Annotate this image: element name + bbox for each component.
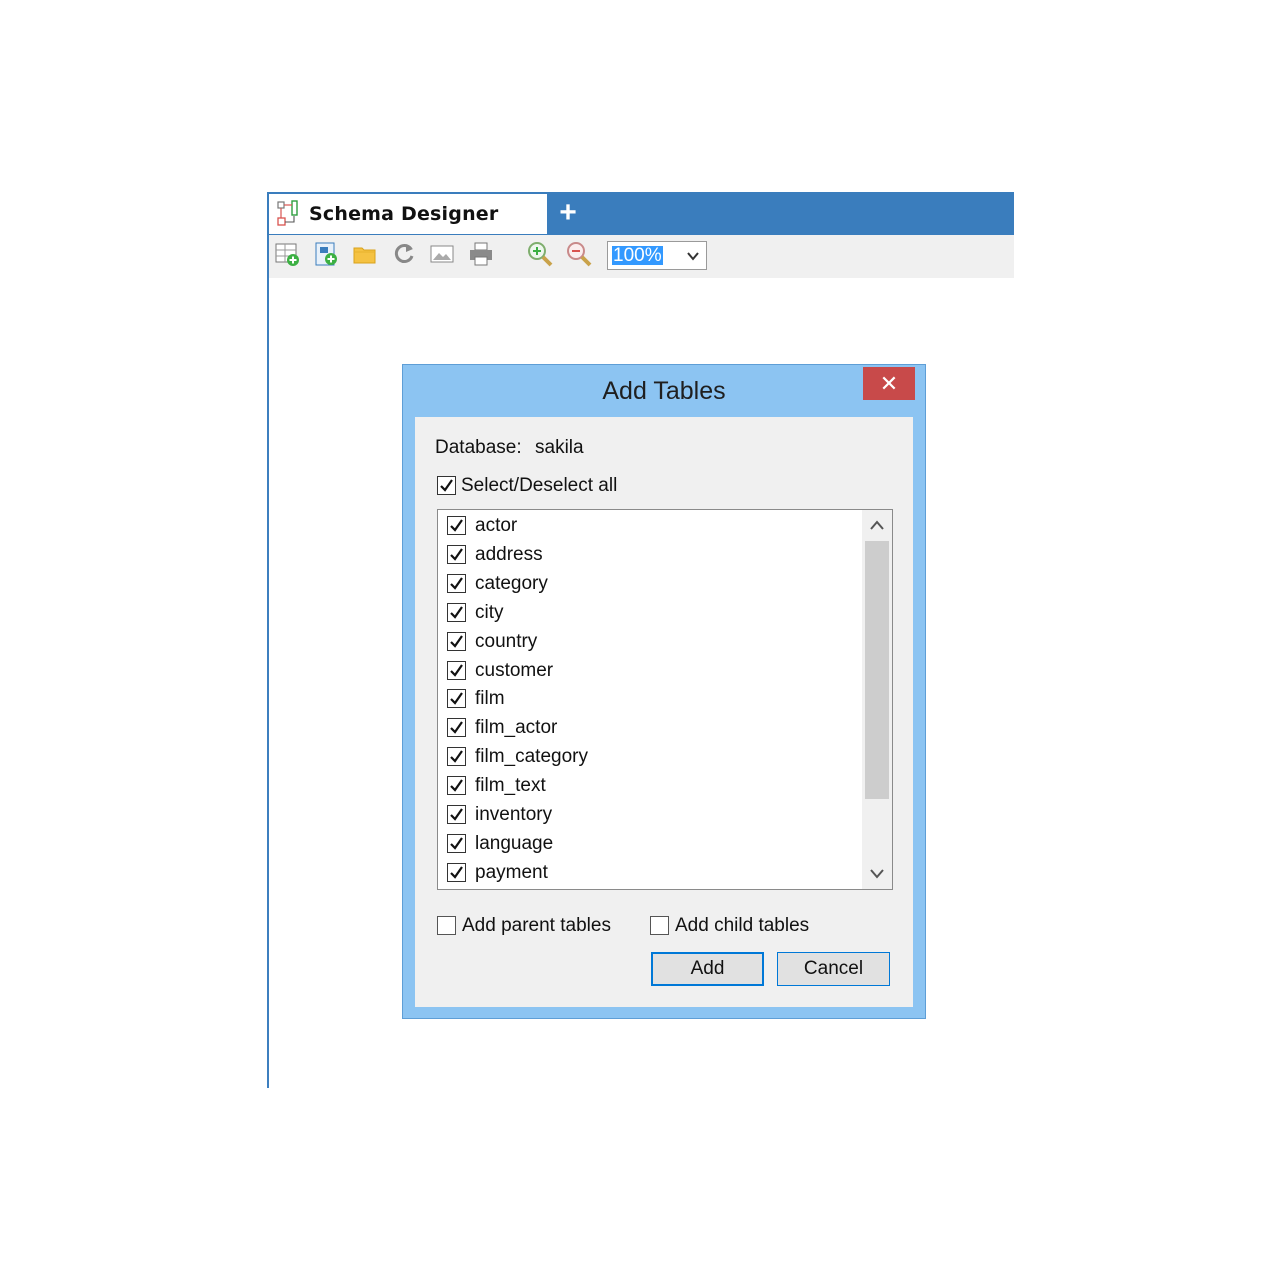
zoom-in-icon [526,240,554,273]
check-icon [450,548,463,561]
table-checkbox[interactable] [447,747,466,767]
zoom-out-icon [565,240,593,273]
table-list-item[interactable]: actor [438,512,858,541]
zoom-in-button[interactable] [525,241,555,271]
table-list-item[interactable]: film_category [438,743,858,772]
table-checkbox[interactable] [447,776,466,796]
table-checkbox[interactable] [447,805,466,824]
add-table-button[interactable] [272,241,302,271]
table-name: payment [475,861,548,883]
table-list-item[interactable]: film_actor [438,714,858,743]
table-list-item[interactable]: inventory [438,801,858,830]
check-icon [440,479,453,492]
check-icon [450,606,463,619]
check-icon [450,663,463,677]
table-list-item[interactable]: payment [438,859,858,888]
table-list-item[interactable]: category [438,570,858,599]
print-icon [467,240,495,273]
scroll-down-button[interactable] [862,859,892,889]
table-list-item[interactable]: language [438,830,858,859]
table-checkbox[interactable] [447,544,466,564]
table-name: city [475,601,504,623]
tab-schema-designer[interactable]: Schema Designer [269,194,547,234]
table-list-item[interactable]: customer [438,657,858,686]
table-checkbox[interactable] [447,718,466,738]
table-name: film_actor [475,717,558,739]
vertical-scrollbar[interactable] [862,510,892,889]
database-label: Database: [435,437,522,458]
table-list-item[interactable]: city [438,599,858,628]
schema-designer-icon [275,199,305,229]
dialog-body: Database: sakila Select/Deselect all act… [415,417,913,1007]
check-icon [450,577,463,590]
table-name: address [475,543,543,565]
table-name: film_category [475,746,588,768]
table-list[interactable]: actor address category city country customer f… [437,509,893,890]
table-list-item[interactable]: country [438,628,858,657]
table-name: film [475,688,505,710]
add-child-tables-label[interactable]: Add child tables [675,915,809,937]
new-diagram-button[interactable] [311,241,341,271]
print-button[interactable] [466,241,496,271]
table-checkbox[interactable] [447,833,466,853]
table-name: film_text [475,775,546,797]
add-table-icon [273,240,301,273]
table-checkbox[interactable] [447,602,466,622]
zoom-out-button[interactable] [564,241,594,271]
table-checkbox[interactable] [447,660,466,680]
check-icon [450,837,463,850]
check-icon [450,866,463,879]
zoom-select[interactable]: 100% [607,241,707,270]
table-checkbox[interactable] [447,862,466,882]
chevron-up-icon [870,520,884,530]
table-name: customer [475,659,554,681]
add-child-tables-checkbox[interactable] [650,916,669,935]
tab-title: Schema Designer [309,203,499,225]
new-diagram-icon [312,240,340,273]
table-name: country [475,630,538,652]
table-list-item[interactable]: film [438,685,858,714]
scroll-thumb[interactable] [865,541,889,799]
check-icon [450,692,463,706]
add-button[interactable]: Add [651,952,764,986]
toolbar: 100% [269,235,1014,278]
table-list-item[interactable]: film_text [438,772,858,801]
check-icon [450,779,463,792]
check-icon [450,634,463,648]
table-checkbox[interactable] [447,689,466,709]
table-checkbox[interactable] [447,573,466,593]
check-icon [450,750,463,763]
chevron-down-icon [870,869,884,879]
refresh-button[interactable] [389,241,419,271]
dialog-title: Add Tables [602,377,726,405]
select-all-label[interactable]: Select/Deselect all [461,475,617,497]
table-name: inventory [475,804,553,825]
check-icon [450,519,463,532]
open-button[interactable] [350,241,380,271]
add-tables-dialog: Add Tables ✕ Database: sakila Select/Des… [402,364,926,1019]
export-image-button[interactable] [427,241,457,271]
cancel-button[interactable]: Cancel [777,952,890,986]
table-checkbox[interactable] [447,516,466,535]
table-list-item[interactable]: address [438,541,858,570]
check-icon [450,808,463,821]
database-value: sakila [535,437,584,458]
check-icon [450,721,463,735]
table-checkbox[interactable] [447,631,466,651]
add-parent-tables-label[interactable]: Add parent tables [462,915,611,937]
window-border [267,192,269,1088]
table-name: language [475,832,554,854]
add-parent-tables-checkbox[interactable] [437,916,456,935]
export-image-icon [428,240,456,273]
open-folder-icon [351,240,379,273]
close-button[interactable]: ✕ [863,367,915,400]
scroll-up-button[interactable] [862,510,892,540]
table-name: category [475,572,548,594]
new-tab-button[interactable]: + [552,197,584,229]
chevron-down-icon[interactable] [686,249,700,263]
table-name: actor [475,515,518,536]
refresh-icon [390,240,418,273]
zoom-value[interactable]: 100% [612,246,663,265]
select-all-checkbox[interactable] [437,476,456,495]
